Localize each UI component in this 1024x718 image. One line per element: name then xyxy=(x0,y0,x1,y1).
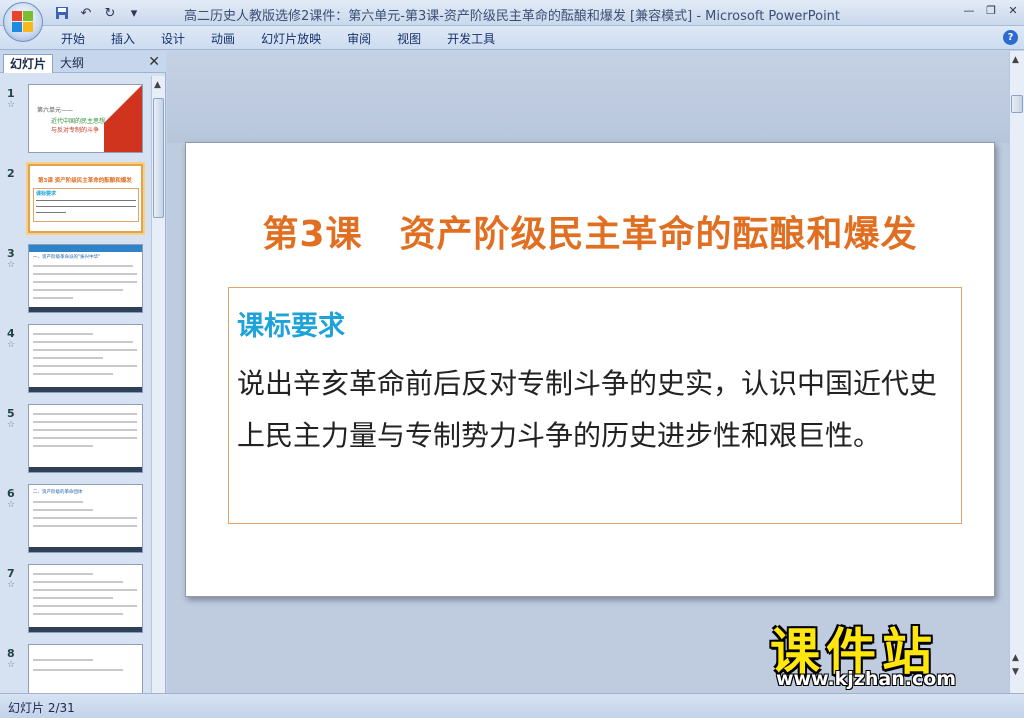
title-bar: ↶ ↻ ▾ 高二历史人教版选修2课件：第六单元-第3课-资产阶级民主革命的酝酿和… xyxy=(0,0,1024,26)
thumbnail-number: 8 xyxy=(7,647,15,660)
thumbnail-number: 3 xyxy=(7,247,15,260)
ribbon: 开始 插入 设计 动画 幻灯片放映 审阅 视图 开发工具 ? xyxy=(0,26,1024,50)
slide-thumbnail-4[interactable] xyxy=(28,324,143,393)
restore-icon[interactable]: ❐ xyxy=(980,0,1002,20)
minimize-icon[interactable]: — xyxy=(958,0,980,20)
editor-backdrop xyxy=(167,51,1009,143)
slide-thumbnail-7[interactable] xyxy=(28,564,143,633)
ribbon-tabs: 开始 插入 设计 动画 幻灯片放映 审阅 视图 开发工具 xyxy=(48,30,508,48)
office-button[interactable] xyxy=(3,2,43,42)
thumbnail-text: 与反对专制的斗争 xyxy=(51,127,100,134)
slide-thumbnail-6[interactable]: 二、资产阶级的革命团体 xyxy=(28,484,143,553)
thumbnail-header-bar xyxy=(29,245,142,252)
thumbnail-number: 5 xyxy=(7,407,15,420)
transition-icon: ☆ xyxy=(7,660,16,670)
slide-thumbnail-2[interactable]: 第3课 资产阶级民主革命的酝酿和爆发 课标要求 xyxy=(26,162,145,235)
slide-thumbnail-3[interactable]: 一、资产阶级革命派的"振兴中华" xyxy=(28,244,143,313)
site-watermark: 课件站 www.kjzhan.com xyxy=(762,612,1017,692)
thumbnail-scrollbar[interactable]: ▲ xyxy=(151,76,165,693)
watermark-url: www.kjzhan.com xyxy=(776,668,957,690)
transition-icon: ☆ xyxy=(7,100,16,110)
panel-tabs: 幻灯片 大纲 ✕ xyxy=(0,51,166,73)
requirement-textbox[interactable]: 课标要求 说出辛亥革命前后反对专制斗争的史实，认识中国近代史上民主力量与专制势力… xyxy=(228,287,962,524)
thumbnail-text: 二、资产阶级的革命团体 xyxy=(33,490,83,495)
requirement-body: 说出辛亥革命前后反对专制斗争的史实，认识中国近代史上民主力量与专制势力斗争的历史… xyxy=(237,367,938,452)
thumbnail-number: 6 xyxy=(7,487,15,500)
status-bar: 幻灯片 2/31 xyxy=(0,693,1024,718)
thumbnail-text: 近代中国的民主思想 xyxy=(51,118,106,125)
tab-outline[interactable]: 大纲 xyxy=(54,54,90,73)
tab-slideshow[interactable]: 幻灯片放映 xyxy=(248,30,334,48)
transition-icon: ☆ xyxy=(7,340,16,350)
thumbnail-number: 1 xyxy=(7,87,15,100)
transition-icon: ☆ xyxy=(7,420,16,430)
close-icon[interactable]: ✕ xyxy=(148,54,160,70)
scroll-up-icon[interactable]: ▲ xyxy=(154,80,161,90)
thumbnail-number: 2 xyxy=(7,167,15,180)
current-slide[interactable]: 第3课 资产阶级民主革命的酝酿和爆发 课标要求 说出辛亥革命前后反对专制斗争的史… xyxy=(185,142,995,597)
tab-review[interactable]: 审阅 xyxy=(334,30,384,48)
tab-view[interactable]: 视图 xyxy=(384,30,434,48)
tab-developer[interactable]: 开发工具 xyxy=(434,30,508,48)
slide-thumbnail-5[interactable] xyxy=(28,404,143,473)
thumbnail-number: 7 xyxy=(7,567,15,580)
slide-title[interactable]: 第3课 资产阶级民主革命的酝酿和爆发 xyxy=(186,205,994,257)
transition-icon: ☆ xyxy=(7,500,16,510)
slide-thumbnail-1[interactable]: 第六单元—— 近代中国的民主思想 与反对专制的斗争 xyxy=(28,84,143,153)
editor-scrollbar[interactable]: ▲ ▲ ▼ xyxy=(1009,51,1024,693)
slide-counter: 幻灯片 2/31 xyxy=(8,701,75,715)
slides-panel: 幻灯片 大纲 ✕ 1 ☆ 第六单元—— 近代中国的民主思想 与反对专制的斗争 2… xyxy=(0,51,166,693)
transition-icon: ☆ xyxy=(7,260,16,270)
thumbnail-number: 4 xyxy=(7,327,15,340)
thumbnail-list: 1 ☆ 第六单元—— 近代中国的民主思想 与反对专制的斗争 2 第3课 资产阶级… xyxy=(0,76,150,693)
requirement-heading: 课标要求 xyxy=(237,311,345,342)
powerpoint-window: ↶ ↻ ▾ 高二历史人教版选修2课件：第六单元-第3课-资产阶级民主革命的酝酿和… xyxy=(0,0,1024,718)
window-controls: — ❐ ✕ xyxy=(958,0,1024,20)
tab-slides[interactable]: 幻灯片 xyxy=(3,54,54,73)
thumbnail-text: 课标要求 xyxy=(36,191,57,197)
thumbnail-text: 第3课 资产阶级民主革命的酝酿和爆发 xyxy=(38,178,132,184)
page-curl-graphic xyxy=(104,85,142,152)
scrollbar-thumb[interactable] xyxy=(153,98,164,218)
scroll-up-icon[interactable]: ▲ xyxy=(1012,55,1019,65)
thumbnail-text: 第六单元—— xyxy=(37,107,74,114)
help-icon[interactable]: ? xyxy=(1003,30,1018,45)
tab-insert[interactable]: 插入 xyxy=(98,30,148,48)
tab-animations[interactable]: 动画 xyxy=(198,30,248,48)
slide-thumbnail-8[interactable] xyxy=(28,644,143,693)
office-logo-icon xyxy=(12,11,34,33)
transition-icon: ☆ xyxy=(7,580,16,590)
thumbnail-text: 一、资产阶级革命派的"振兴中华" xyxy=(33,255,101,260)
thumbnail-box: 课标要求 xyxy=(33,188,139,222)
close-icon[interactable]: ✕ xyxy=(1002,0,1024,20)
tab-home[interactable]: 开始 xyxy=(48,30,98,48)
window-title: 高二历史人教版选修2课件：第六单元-第3课-资产阶级民主革命的酝酿和爆发 [兼容… xyxy=(183,9,841,24)
scrollbar-thumb[interactable] xyxy=(1011,95,1023,113)
tab-design[interactable]: 设计 xyxy=(148,30,198,48)
